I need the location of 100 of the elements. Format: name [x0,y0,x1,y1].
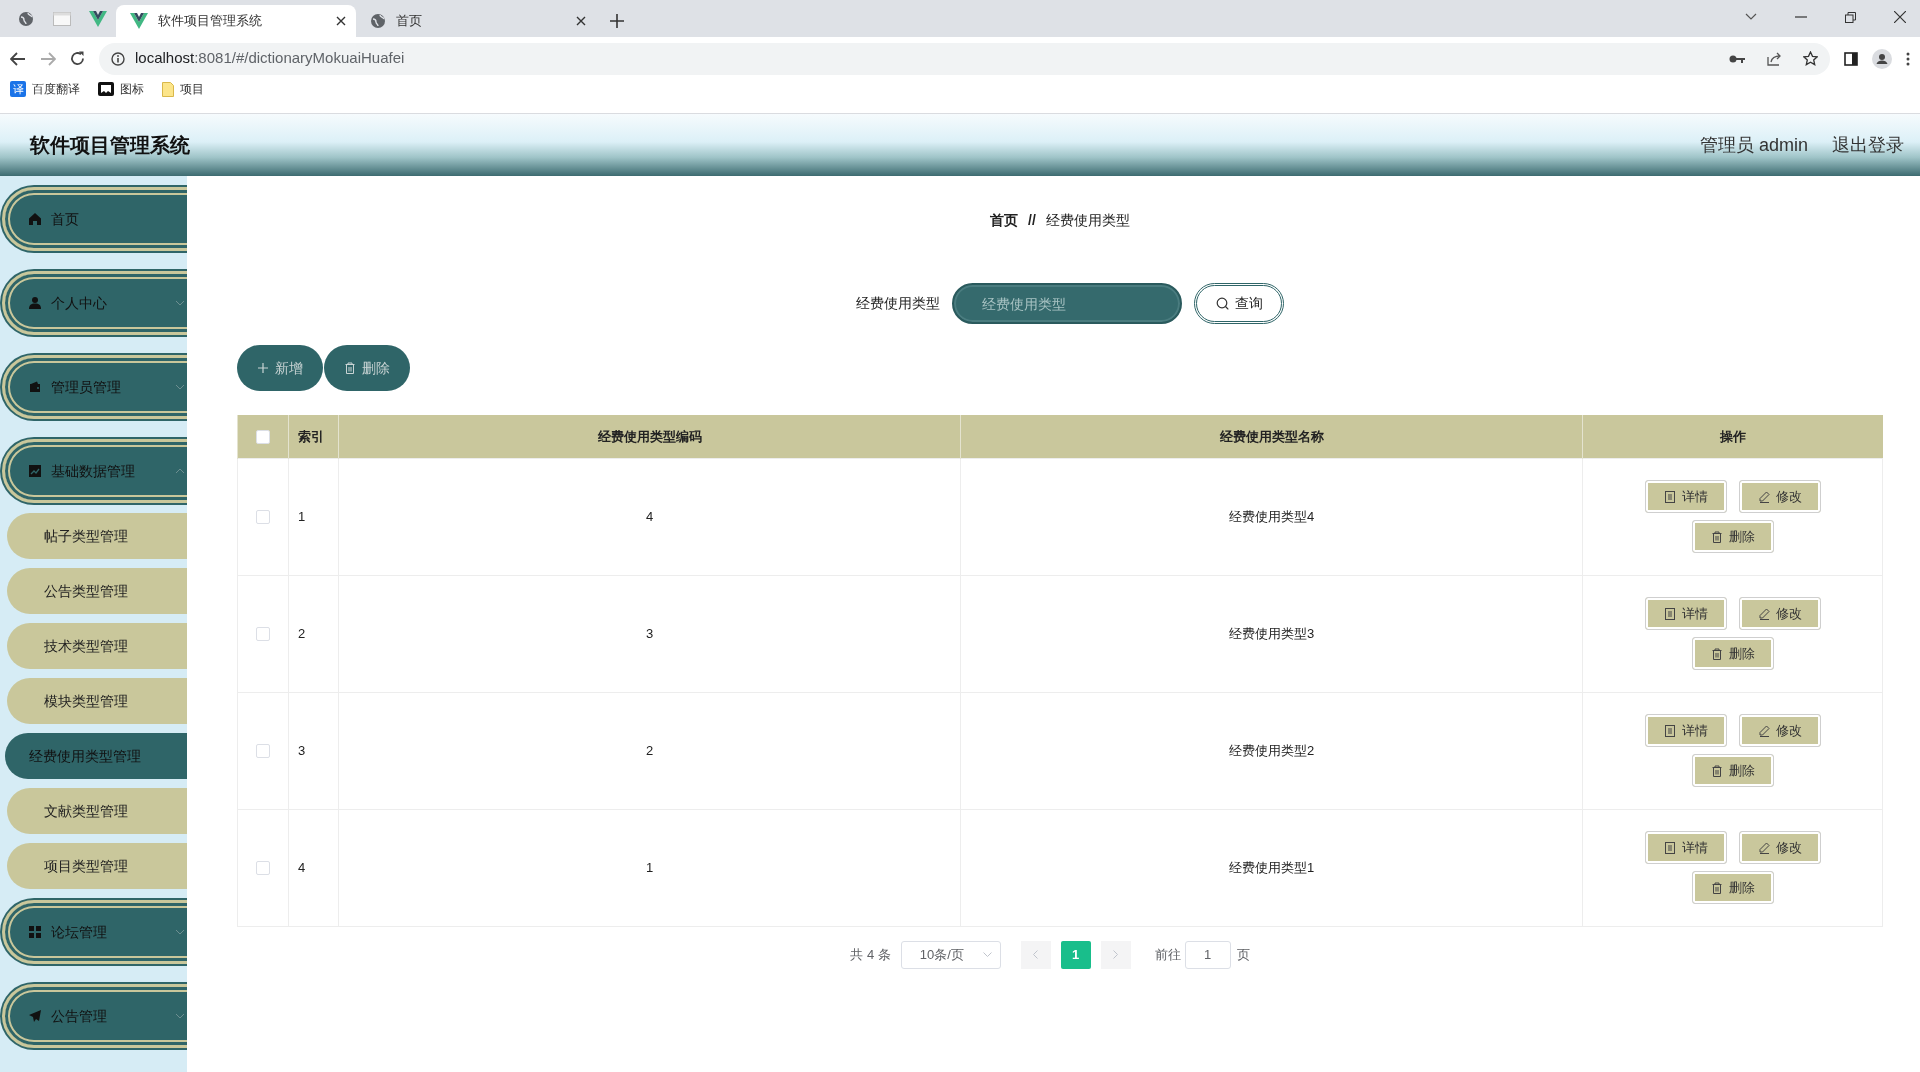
page-size-select[interactable]: 10条/页 [900,940,1001,969]
chevron-down-icon [982,952,992,957]
folder-icon [162,81,174,97]
trash-icon [1710,647,1723,660]
column-header: 经费使用类型名称 [960,415,1583,458]
delete-button[interactable]: 删除 [1691,871,1774,904]
checkbox[interactable] [256,510,270,525]
trash-icon [1710,764,1723,777]
globe-icon [370,13,386,29]
wallet-icon [29,381,41,393]
chevron-down-icon[interactable] [1745,13,1757,21]
edit-button[interactable]: 修改 [1738,714,1821,747]
checkbox[interactable] [256,744,270,759]
document-icon [1663,724,1676,737]
table-cell: 2 [288,575,339,692]
delete-button[interactable]: 删除 [1691,637,1774,670]
table-cell: 4 [338,458,961,575]
bookmark[interactable]: 图标 [98,80,144,98]
bookmark[interactable]: 项目 [162,80,204,98]
table-cell: 1 [288,458,339,575]
reload-icon[interactable] [70,51,85,66]
detail-button[interactable]: 详情 [1644,714,1727,747]
logout-link[interactable]: 退出登录 [1832,131,1904,159]
address-bar[interactable]: localhost:8081/#/dictionaryMokuaiHuafei [99,42,1830,75]
more-icon[interactable] [1906,51,1910,66]
add-button[interactable]: 新增 [237,345,323,391]
search-field[interactable]: 经费使用类型 [952,283,1182,324]
profile-icon[interactable] [1872,48,1892,69]
edit-button[interactable]: 修改 [1738,597,1821,630]
total-count: 共 4 条 [850,945,891,964]
key-icon[interactable] [1729,54,1745,63]
new-tab-icon[interactable] [610,14,624,28]
info-icon[interactable] [111,51,125,66]
delete-button[interactable]: 删除 [324,345,410,391]
trash-icon [1710,530,1723,543]
url-text: localhost:8081/#/dictionaryMokuaiHuafei [135,48,405,69]
table-cell: 经费使用类型1 [960,809,1583,926]
flag-icon [98,82,114,96]
submenu-item[interactable]: 模块类型管理 [7,678,187,724]
table-cell: 4 [288,809,339,926]
pencil-icon [1757,841,1770,854]
table-cell: 3 [338,575,961,692]
close-icon[interactable] [1894,11,1906,23]
table-cell: 1 [338,809,961,926]
submenu-item[interactable]: 帖子类型管理 [7,513,187,559]
column-header: 经费使用类型编码 [338,415,961,458]
side-panel-icon[interactable] [1844,51,1858,66]
close-icon[interactable] [576,16,586,26]
v-logo-icon [130,13,148,29]
checkbox[interactable] [256,861,270,876]
edit-button[interactable]: 修改 [1738,831,1821,864]
share-icon[interactable] [1767,51,1781,66]
search-label: 经费使用类型 [856,294,940,313]
detail-button[interactable]: 详情 [1644,597,1727,630]
tab-title: 首页 [396,12,423,31]
tab-title: 软件项目管理系统 [158,12,263,31]
submenu-item[interactable]: 文献类型管理 [7,788,187,834]
document-icon [1663,841,1676,854]
breadcrumb-item[interactable]: 首页 [990,210,1019,231]
submenu-item[interactable]: 技术类型管理 [7,623,187,669]
user-name: 管理员 admin [1699,133,1808,157]
user-icon [29,297,41,309]
app-title: 软件项目管理系统 [30,133,190,158]
home-icon [29,213,41,225]
submenu-item[interactable]: 公告类型管理 [7,568,187,614]
plus-icon [257,362,269,374]
column-header: 索引 [288,415,339,458]
grid-icon [29,926,41,938]
table-cell: 经费使用类型4 [960,458,1583,575]
back-icon[interactable] [10,51,26,66]
checkbox[interactable] [256,430,270,445]
search-button[interactable]: 查询 [1194,283,1284,324]
document-icon [1663,490,1676,503]
submenu-item[interactable]: 项目类型管理 [7,843,187,889]
bookmark[interactable]: 译 百度翻译 [10,80,80,98]
globe-icon[interactable] [18,10,34,27]
pencil-icon [1757,607,1770,620]
chevron-right-icon [1113,950,1119,959]
browser-tab[interactable]: 软件项目管理系统 [116,5,356,37]
trash-icon [1710,881,1723,894]
translate-icon: 译 [10,81,26,97]
table-cell: 3 [288,692,339,809]
page-input[interactable]: 1 [1184,940,1231,969]
checkbox[interactable] [256,627,270,642]
v-logo-icon[interactable] [89,10,107,27]
restore-icon[interactable] [1845,11,1856,23]
detail-button[interactable]: 详情 [1644,831,1727,864]
table-cell: 经费使用类型3 [960,575,1583,692]
table-cell: 经费使用类型2 [960,692,1583,809]
close-icon[interactable] [336,16,346,26]
chevron-left-icon [1033,950,1039,959]
detail-button[interactable]: 详情 [1644,480,1727,513]
star-icon[interactable] [1803,51,1818,66]
goto-label: 前往 [1154,945,1181,964]
breadcrumb-item: 经费使用类型 [1045,211,1130,230]
delete-button[interactable]: 删除 [1691,754,1774,787]
browser-tab[interactable]: 首页 [356,5,596,37]
delete-button[interactable]: 删除 [1691,520,1774,553]
breadcrumb-separator: // [1028,211,1036,230]
edit-button[interactable]: 修改 [1738,480,1821,513]
